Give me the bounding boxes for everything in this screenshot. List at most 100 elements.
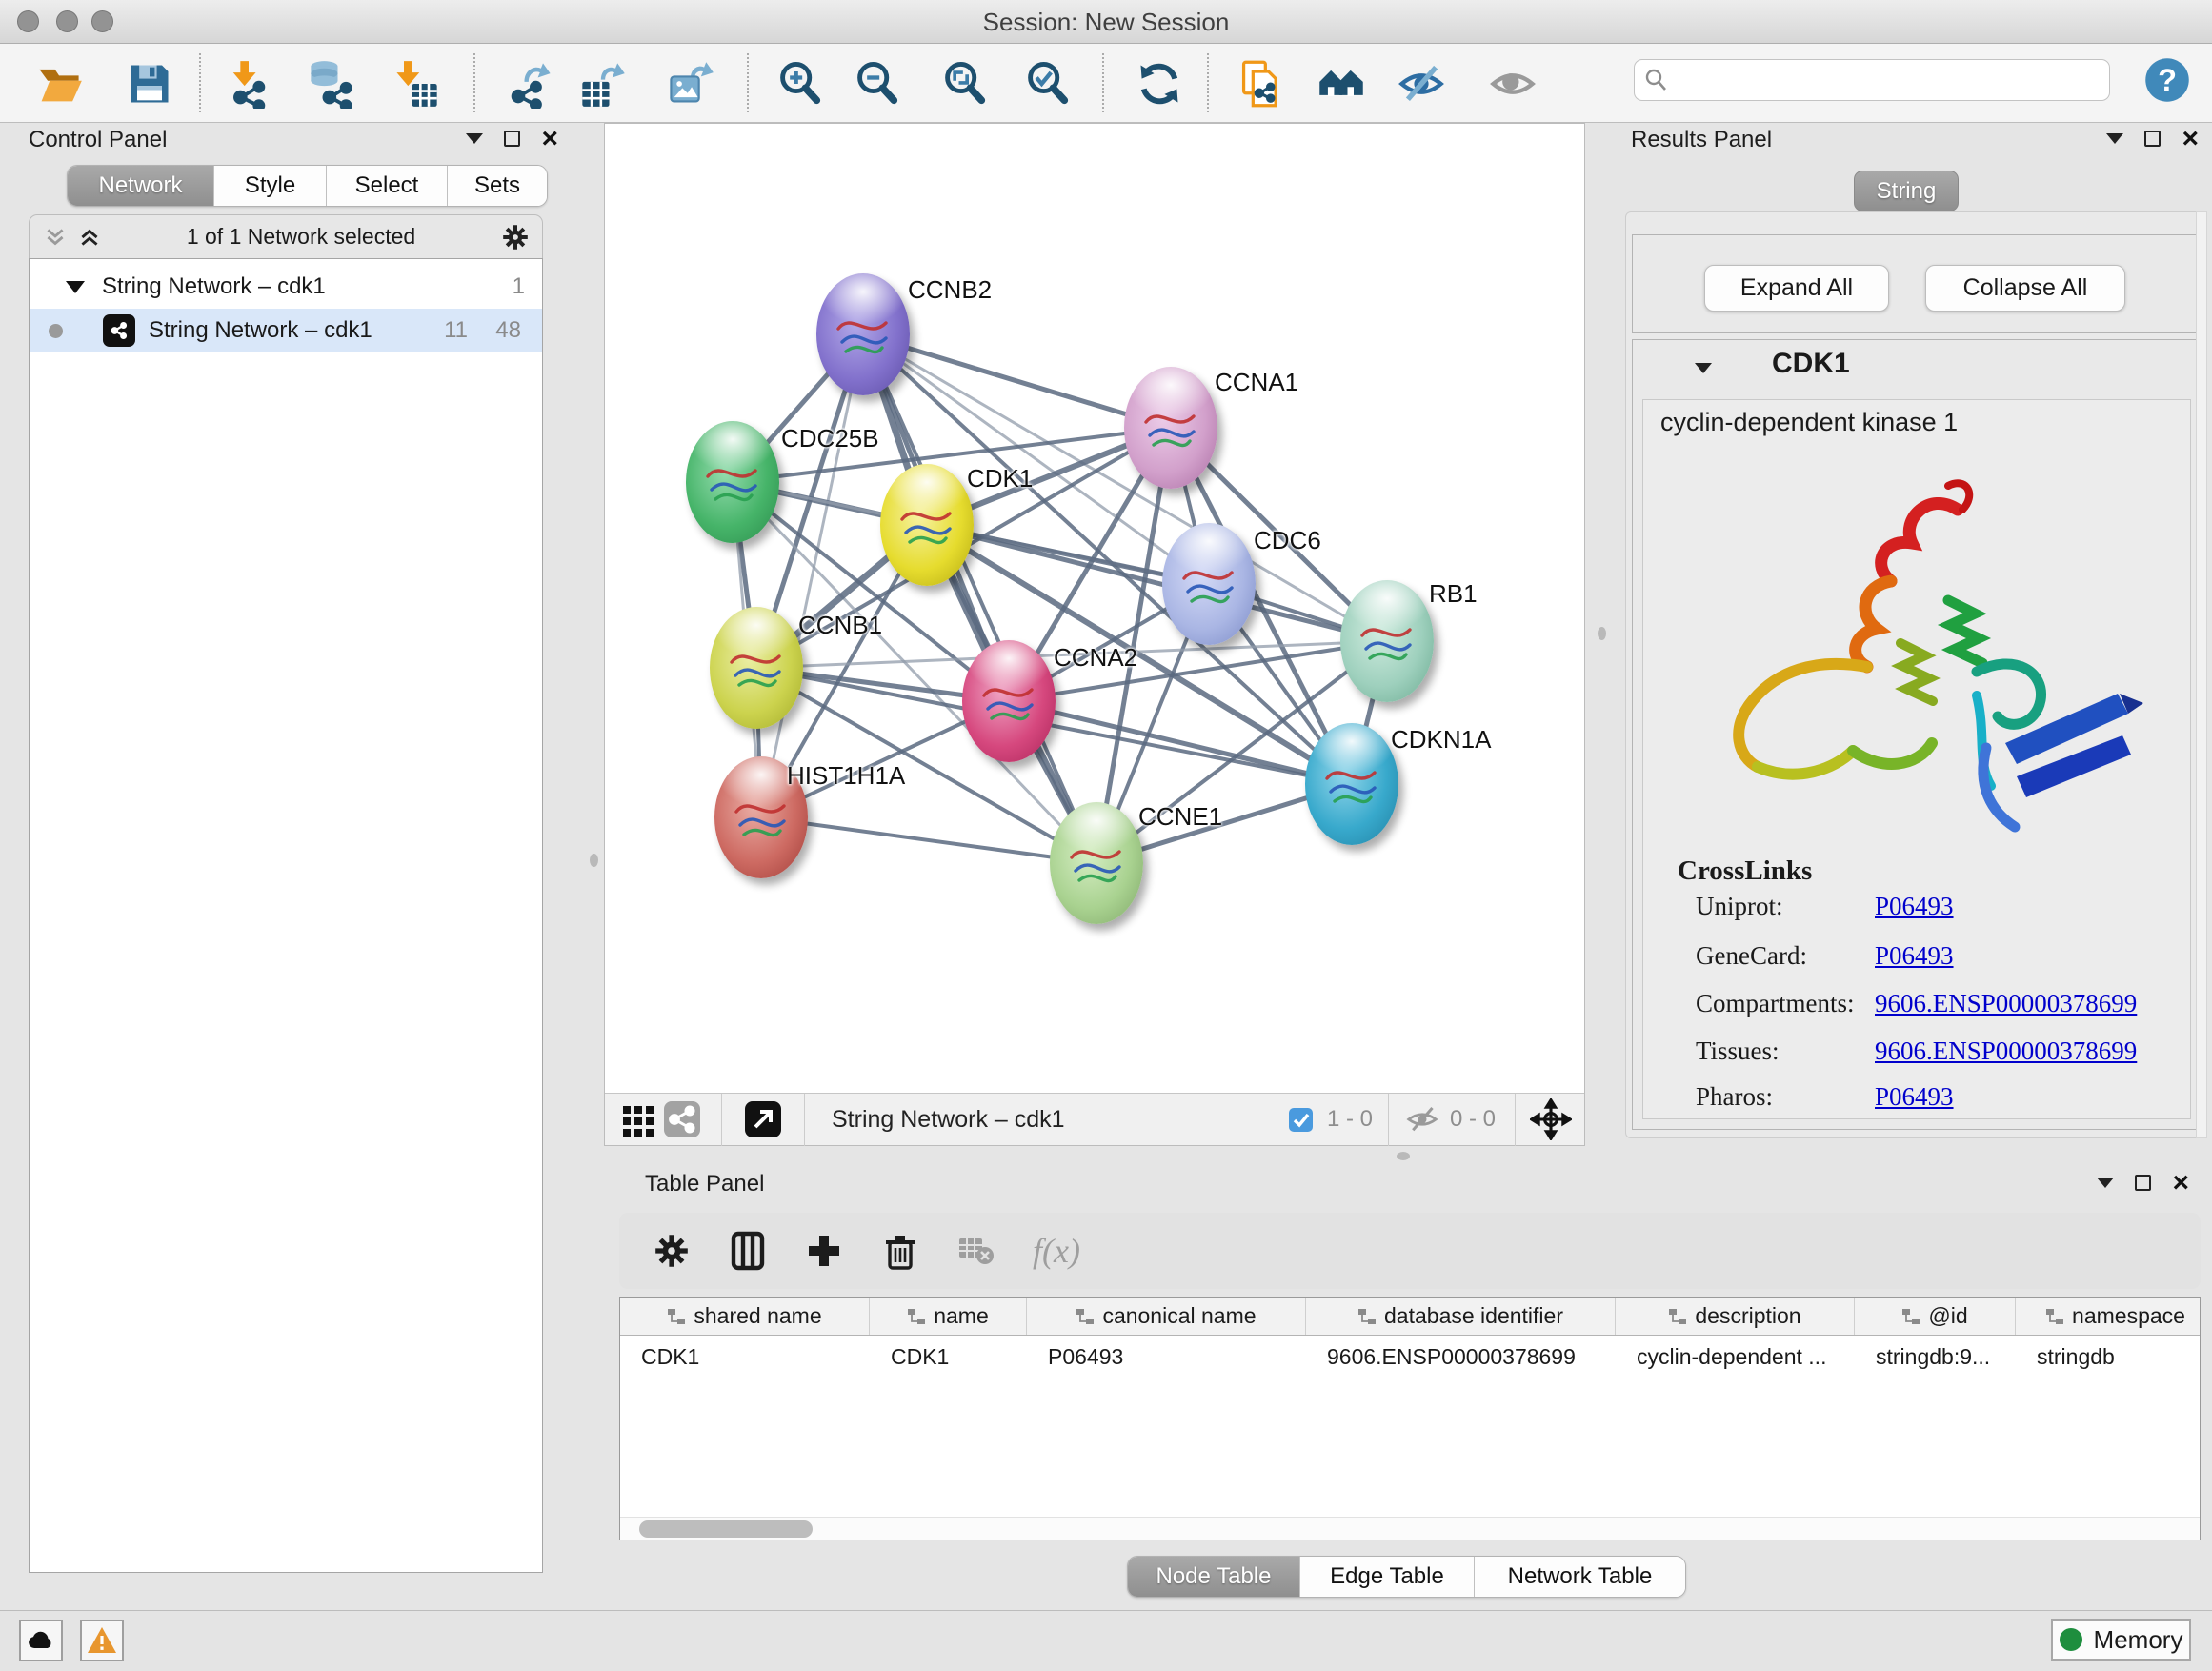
- import-network-file-button[interactable]: [220, 55, 277, 112]
- show-graphics-button[interactable]: [1484, 55, 1541, 112]
- help-button[interactable]: ?: [2142, 55, 2192, 105]
- memory-button[interactable]: Memory: [2051, 1619, 2191, 1661]
- panel-maximize-icon[interactable]: [2135, 1175, 2151, 1191]
- crosslink-link[interactable]: P06493: [1875, 941, 1954, 971]
- crosslink-link[interactable]: 9606.ENSP00000378699: [1875, 1037, 2137, 1066]
- panel-close-icon[interactable]: ×: [541, 131, 558, 147]
- network-node-CDK1[interactable]: [880, 464, 974, 586]
- network-node-CCNA1[interactable]: [1124, 367, 1217, 489]
- network-view-mode-button[interactable]: [660, 1097, 704, 1141]
- left-splitter-handle[interactable]: [590, 854, 598, 867]
- tab-select[interactable]: Select: [327, 166, 448, 206]
- table-cell[interactable]: CDK1: [870, 1336, 1027, 1378]
- network-node-CCNB2[interactable]: [816, 273, 910, 395]
- table-row[interactable]: CDK1CDK1P064939606.ENSP00000378699cyclin…: [620, 1336, 2200, 1378]
- table-cell[interactable]: CDK1: [620, 1336, 870, 1378]
- crosslink-link[interactable]: P06493: [1875, 892, 1954, 921]
- network-node-CCNA2[interactable]: [962, 640, 1056, 762]
- scrollbar-thumb[interactable]: [639, 1520, 813, 1538]
- open-session-button[interactable]: [30, 55, 88, 112]
- panel-float-icon[interactable]: [2097, 1178, 2114, 1188]
- network-node-CCNE1[interactable]: [1050, 802, 1143, 924]
- section-expander-icon[interactable]: [1695, 363, 1712, 373]
- panel-maximize-icon[interactable]: [2144, 131, 2161, 147]
- import-network-database-button[interactable]: [303, 55, 360, 112]
- selected-nodes-checkbox[interactable]: [1285, 1103, 1317, 1136]
- show-columns-button[interactable]: [722, 1225, 774, 1277]
- status-bar: Memory: [0, 1610, 2212, 1671]
- network-canvas[interactable]: CCNB2 CCNA1 CDC25B CDK1 CDC6 RB1 CCNB1 C…: [605, 124, 1584, 1094]
- column-header-canonicalname[interactable]: canonical name: [1027, 1298, 1306, 1335]
- tree-expander-icon[interactable]: [66, 281, 85, 293]
- crosslink-link[interactable]: 9606.ENSP00000378699: [1875, 989, 2137, 1018]
- network-node-CDC6[interactable]: [1162, 523, 1256, 645]
- network-collection-row[interactable]: String Network – cdk1 1: [30, 265, 542, 309]
- column-header-name[interactable]: name: [870, 1298, 1027, 1335]
- right-splitter-handle[interactable]: [1598, 627, 1606, 640]
- network-edge[interactable]: [761, 817, 1096, 863]
- tab-string[interactable]: String: [1854, 171, 1959, 211]
- table-cell[interactable]: stringdb: [2016, 1336, 2201, 1378]
- zoom-fit-button[interactable]: [936, 55, 994, 112]
- grid-view-button[interactable]: [616, 1097, 660, 1141]
- toggle-graphics-details-button[interactable]: [1393, 55, 1450, 112]
- crosslink-link[interactable]: P06493: [1875, 1082, 1954, 1112]
- tab-sets[interactable]: Sets: [448, 166, 547, 206]
- network-node-CDKN1A[interactable]: [1305, 723, 1398, 845]
- tab-network[interactable]: Network: [68, 166, 214, 206]
- collapse-all-icon[interactable]: [43, 225, 68, 250]
- network-node-RB1[interactable]: [1340, 580, 1434, 702]
- import-table-button[interactable]: [388, 55, 445, 112]
- column-header-namespace[interactable]: namespace: [2016, 1298, 2201, 1335]
- birdseye-button[interactable]: [1527, 1096, 1575, 1143]
- cloud-status-button[interactable]: [19, 1620, 63, 1661]
- results-scrollbar[interactable]: [2196, 211, 2207, 1138]
- tab-network-table[interactable]: Network Table: [1475, 1557, 1685, 1597]
- home-button[interactable]: [1313, 55, 1370, 112]
- column-header-databaseidentifier[interactable]: database identifier: [1306, 1298, 1616, 1335]
- delete-table-button[interactable]: [951, 1225, 1002, 1277]
- apply-layout-button[interactable]: [1131, 55, 1188, 112]
- gear-icon[interactable]: [500, 222, 531, 252]
- network-node-CDC25B[interactable]: [686, 421, 779, 543]
- table-h-scrollbar[interactable]: [620, 1517, 2200, 1540]
- panel-float-icon[interactable]: [466, 133, 483, 144]
- tab-node-table[interactable]: Node Table: [1128, 1557, 1300, 1597]
- table-cell[interactable]: 9606.ENSP00000378699: [1306, 1336, 1616, 1378]
- save-session-button[interactable]: [121, 55, 178, 112]
- table-settings-button[interactable]: [646, 1225, 697, 1277]
- table-cell[interactable]: P06493: [1027, 1336, 1306, 1378]
- expand-all-icon[interactable]: [77, 225, 102, 250]
- column-header-id[interactable]: @id: [1855, 1298, 2016, 1335]
- string-copy-network-button[interactable]: [1233, 55, 1290, 112]
- zoom-out-button[interactable]: [849, 55, 906, 112]
- column-header-sharedname[interactable]: shared name: [620, 1298, 870, 1335]
- collapse-all-button[interactable]: Collapse All: [1925, 265, 2125, 312]
- network-edge[interactable]: [761, 334, 863, 817]
- export-image-button[interactable]: [662, 55, 719, 112]
- export-network-button[interactable]: [502, 55, 559, 112]
- search-input[interactable]: [1669, 66, 2109, 94]
- table-cell[interactable]: cyclin-dependent ...: [1616, 1336, 1855, 1378]
- hidden-elements-button[interactable]: [1402, 1099, 1442, 1139]
- zoom-selected-button[interactable]: [1019, 55, 1076, 112]
- network-row-selected[interactable]: String Network – cdk1 11 48: [30, 309, 542, 352]
- warnings-button[interactable]: [80, 1620, 124, 1661]
- network-node-CCNB1[interactable]: [710, 607, 803, 729]
- create-column-button[interactable]: [798, 1225, 850, 1277]
- expand-all-button[interactable]: Expand All: [1704, 265, 1889, 312]
- tab-edge-table[interactable]: Edge Table: [1300, 1557, 1475, 1597]
- table-cell[interactable]: stringdb:9...: [1855, 1336, 2016, 1378]
- function-builder-button[interactable]: f(x): [1033, 1231, 1080, 1271]
- export-table-button[interactable]: [574, 55, 632, 112]
- detach-view-button[interactable]: [741, 1097, 785, 1141]
- zoom-in-button[interactable]: [772, 55, 829, 112]
- panel-maximize-icon[interactable]: [504, 131, 520, 147]
- column-header-description[interactable]: description: [1616, 1298, 1855, 1335]
- delete-column-button[interactable]: [875, 1225, 926, 1277]
- gene-section: CDK1 cyclin-dependent kinase 1: [1632, 339, 2200, 1130]
- tab-style[interactable]: Style: [214, 166, 327, 206]
- panel-close-icon[interactable]: ×: [2182, 131, 2199, 147]
- panel-float-icon[interactable]: [2106, 133, 2123, 144]
- panel-close-icon[interactable]: ×: [2172, 1175, 2189, 1191]
